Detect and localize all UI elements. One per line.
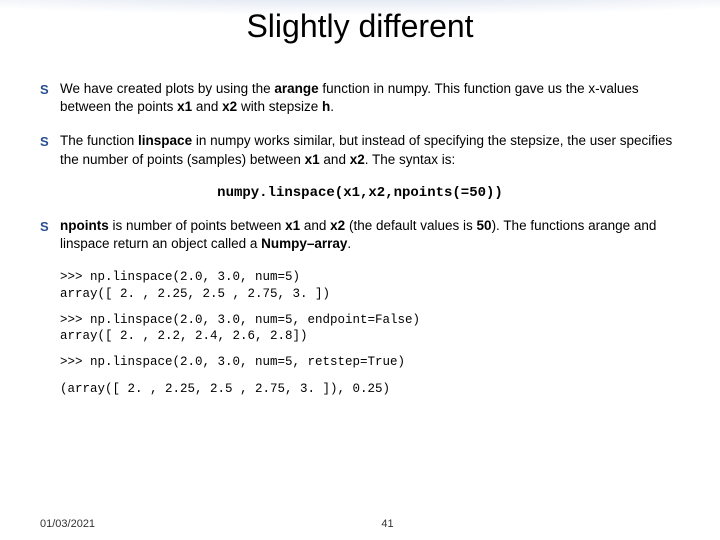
bullet-1: S We have created plots by using the ara… (40, 80, 680, 116)
footer-page-number: 41 (40, 518, 680, 530)
slide-title: Slightly different (0, 8, 720, 45)
bullet-marker-icon: S (40, 132, 60, 151)
example-3: >>> np.linspace(2.0, 3.0, num=5, retstep… (60, 354, 680, 370)
example-4: (array([ 2. , 2.25, 2.5 , 2.75, 3. ]), 0… (60, 381, 680, 397)
slide-footer: 01/03/2021 41 (40, 518, 680, 530)
bullet-2-text: The function linspace in numpy works sim… (60, 132, 680, 168)
bullet-3: S npoints is number of points between x1… (40, 217, 680, 253)
footer-date: 01/03/2021 (40, 518, 95, 530)
example-1: >>> np.linspace(2.0, 3.0, num=5) array([… (60, 269, 680, 302)
bullet-1-text: We have created plots by using the arang… (60, 80, 680, 116)
slide-content: S We have created plots by using the ara… (40, 80, 680, 407)
example-2: >>> np.linspace(2.0, 3.0, num=5, endpoin… (60, 312, 680, 345)
syntax-code: numpy.linspace(x1,x2,npoints(=50)) (40, 185, 680, 201)
bullet-3-text: npoints is number of points between x1 a… (60, 217, 680, 253)
bullet-2: S The function linspace in numpy works s… (40, 132, 680, 168)
bullet-marker-icon: S (40, 80, 60, 99)
bullet-marker-icon: S (40, 217, 60, 236)
